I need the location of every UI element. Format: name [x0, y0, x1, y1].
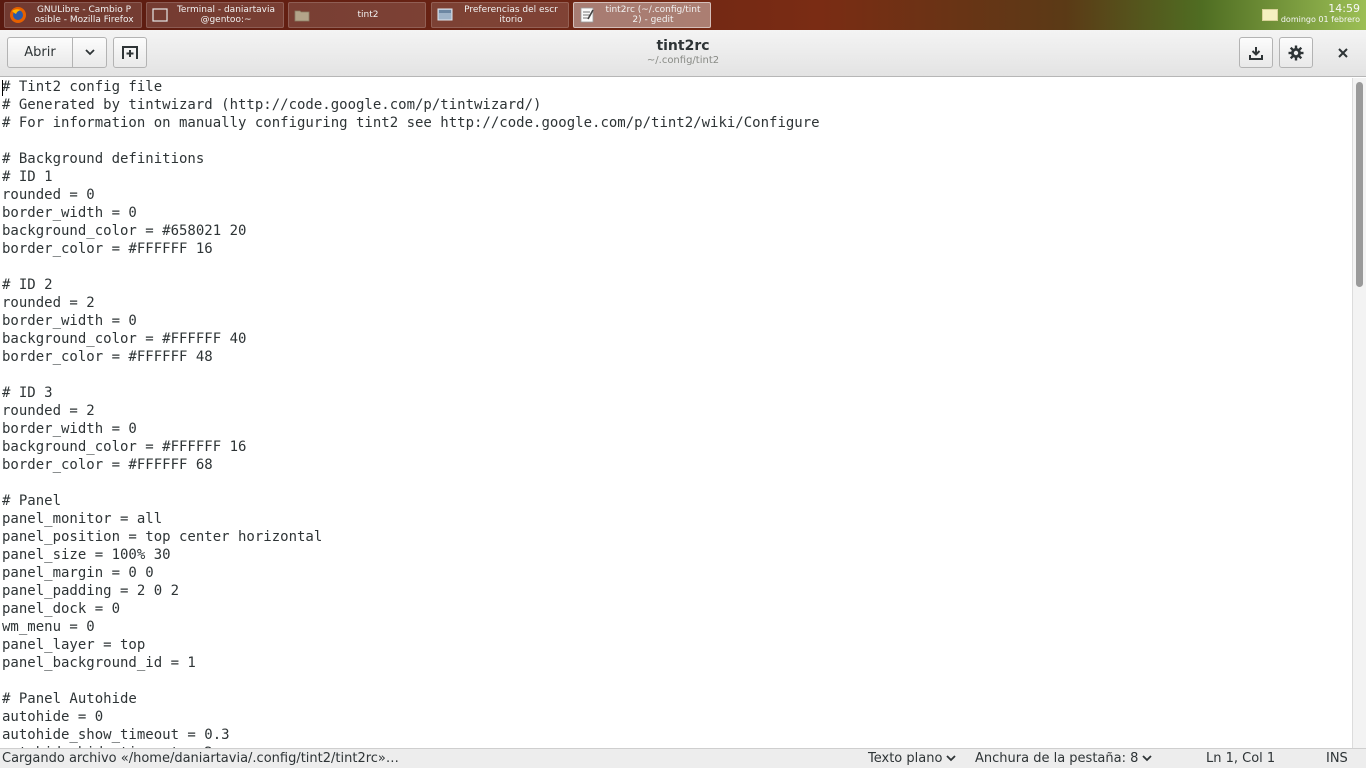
clock[interactable]: 14:59 domingo 01 febrero [1281, 3, 1360, 25]
code-line: autohide_show_timeout = 0.3 [2, 727, 230, 743]
code-line: # Generated by tintwizard (http://code.g… [2, 97, 542, 113]
code-line: panel_monitor = all [2, 511, 163, 527]
code-line: border_color = #FFFFFF 68 [2, 457, 213, 473]
code-line: rounded = 0 [2, 187, 95, 203]
open-button-label: Abrir [24, 45, 56, 60]
code-line: autohide = 0 [2, 709, 104, 725]
code-line: rounded = 2 [2, 403, 95, 419]
header-bar: Abrir tint2rc ~/.config/tint2 [0, 30, 1366, 77]
clock-date: domingo 01 febrero [1280, 15, 1360, 24]
code-line: background_color = #FFFFFF 16 [2, 439, 247, 455]
code-line: border_width = 0 [2, 205, 137, 221]
code-line: # ID 3 [2, 385, 53, 401]
code-line: panel_padding = 2 0 2 [2, 583, 180, 599]
text-editor-icon [578, 6, 596, 24]
taskbar-task-label: tint2rc (~/.config/tint 2) - gedit [605, 5, 701, 25]
taskbar-task-firefox[interactable]: GNULibre - Cambio P osible - Mozilla Fir… [4, 2, 142, 28]
chevron-down-icon [1142, 755, 1153, 762]
taskbar-task-label: Preferencias del escr itorio [464, 5, 558, 25]
tab-width-label: Anchura de la pestaña: 8 [975, 751, 1139, 766]
text-editor-area[interactable]: # Tint2 config file # Generated by tintwi… [0, 78, 1352, 748]
code-line: border_color = #FFFFFF 48 [2, 349, 213, 365]
status-message: Cargando archivo «/home/daniartavia/.con… [2, 751, 399, 766]
save-button[interactable] [1239, 37, 1273, 68]
code-line: border_color = #FFFFFF 16 [2, 241, 213, 257]
insert-mode-indicator: INS [1326, 751, 1348, 766]
code-line: border_width = 0 [2, 421, 137, 437]
close-window-button[interactable] [1328, 37, 1358, 68]
terminal-icon [151, 6, 169, 24]
document-title: tint2rc [656, 38, 710, 54]
taskbar-task-label: GNULibre - Cambio P osible - Mozilla Fir… [34, 5, 134, 25]
code-line: # ID 1 [2, 169, 53, 185]
open-button[interactable]: Abrir [7, 37, 73, 68]
code-line: panel_layer = top [2, 637, 146, 653]
text-cursor [2, 80, 3, 96]
status-bar: Cargando archivo «/home/daniartavia/.con… [0, 748, 1366, 768]
cursor-position: Ln 1, Col 1 [1206, 751, 1276, 766]
code-line: # Background definitions [2, 151, 205, 167]
taskbar-task-preferencias[interactable]: Preferencias del escr itorio [431, 2, 569, 28]
code-line: panel_dock = 0 [2, 601, 121, 617]
code-line: # For information on manually configurin… [2, 115, 820, 131]
gear-icon [1288, 45, 1304, 60]
taskbar-panel: GNULibre - Cambio P osible - Mozilla Fir… [0, 0, 1366, 30]
open-recent-menu-button[interactable] [72, 37, 107, 68]
code-line: # ID 2 [2, 277, 53, 293]
settings-menu-button[interactable] [1279, 37, 1313, 68]
code-line: # Panel Autohide [2, 691, 137, 707]
chevron-down-icon [946, 755, 957, 762]
clock-time: 14:59 [1328, 2, 1360, 15]
notification-icon[interactable] [1262, 9, 1278, 21]
download-icon [1249, 46, 1263, 60]
code-line: panel_margin = 0 0 [2, 565, 154, 581]
taskbar-task-tint2[interactable]: tint2 [288, 2, 426, 28]
code-line: panel_background_id = 1 [2, 655, 196, 671]
desktop-preferences-icon [436, 6, 454, 24]
chevron-down-icon [84, 49, 95, 56]
tab-width-selector[interactable]: Anchura de la pestaña: 8 [975, 751, 1153, 767]
folder-icon [293, 6, 311, 24]
document-path: ~/.config/tint2 [646, 55, 720, 66]
new-tab-icon [122, 45, 138, 59]
language-selector[interactable]: Texto plano [868, 751, 957, 767]
code-line: background_color = #FFFFFF 40 [2, 331, 247, 347]
taskbar-task-terminal[interactable]: Terminal - daniartavia @gentoo:~ [146, 2, 284, 28]
code-line: panel_position = top center horizontal [2, 529, 323, 545]
code-view[interactable]: # Tint2 config file # Generated by tintwi… [0, 78, 1352, 748]
code-line: panel_size = 100% 30 [2, 547, 171, 563]
code-line: # Panel [2, 493, 62, 509]
code-line: rounded = 2 [2, 295, 95, 311]
window-title: tint2rc ~/.config/tint2 [483, 37, 883, 67]
taskbar-task-label: Terminal - daniartavia @gentoo:~ [176, 5, 276, 25]
vertical-scrollbar[interactable] [1352, 78, 1366, 748]
close-icon [1338, 47, 1348, 58]
taskbar-task-label: tint2 [357, 10, 379, 20]
code-line: wm_menu = 0 [2, 619, 95, 635]
code-line: # Tint2 config file [2, 79, 163, 95]
code-line: background_color = #658021 20 [2, 223, 247, 239]
firefox-icon [9, 6, 27, 24]
language-label: Texto plano [868, 751, 943, 766]
taskbar-task-gedit[interactable]: tint2rc (~/.config/tint 2) - gedit [573, 2, 711, 28]
scrollbar-thumb[interactable] [1356, 82, 1363, 287]
new-document-button[interactable] [113, 37, 147, 68]
code-line: border_width = 0 [2, 313, 137, 329]
